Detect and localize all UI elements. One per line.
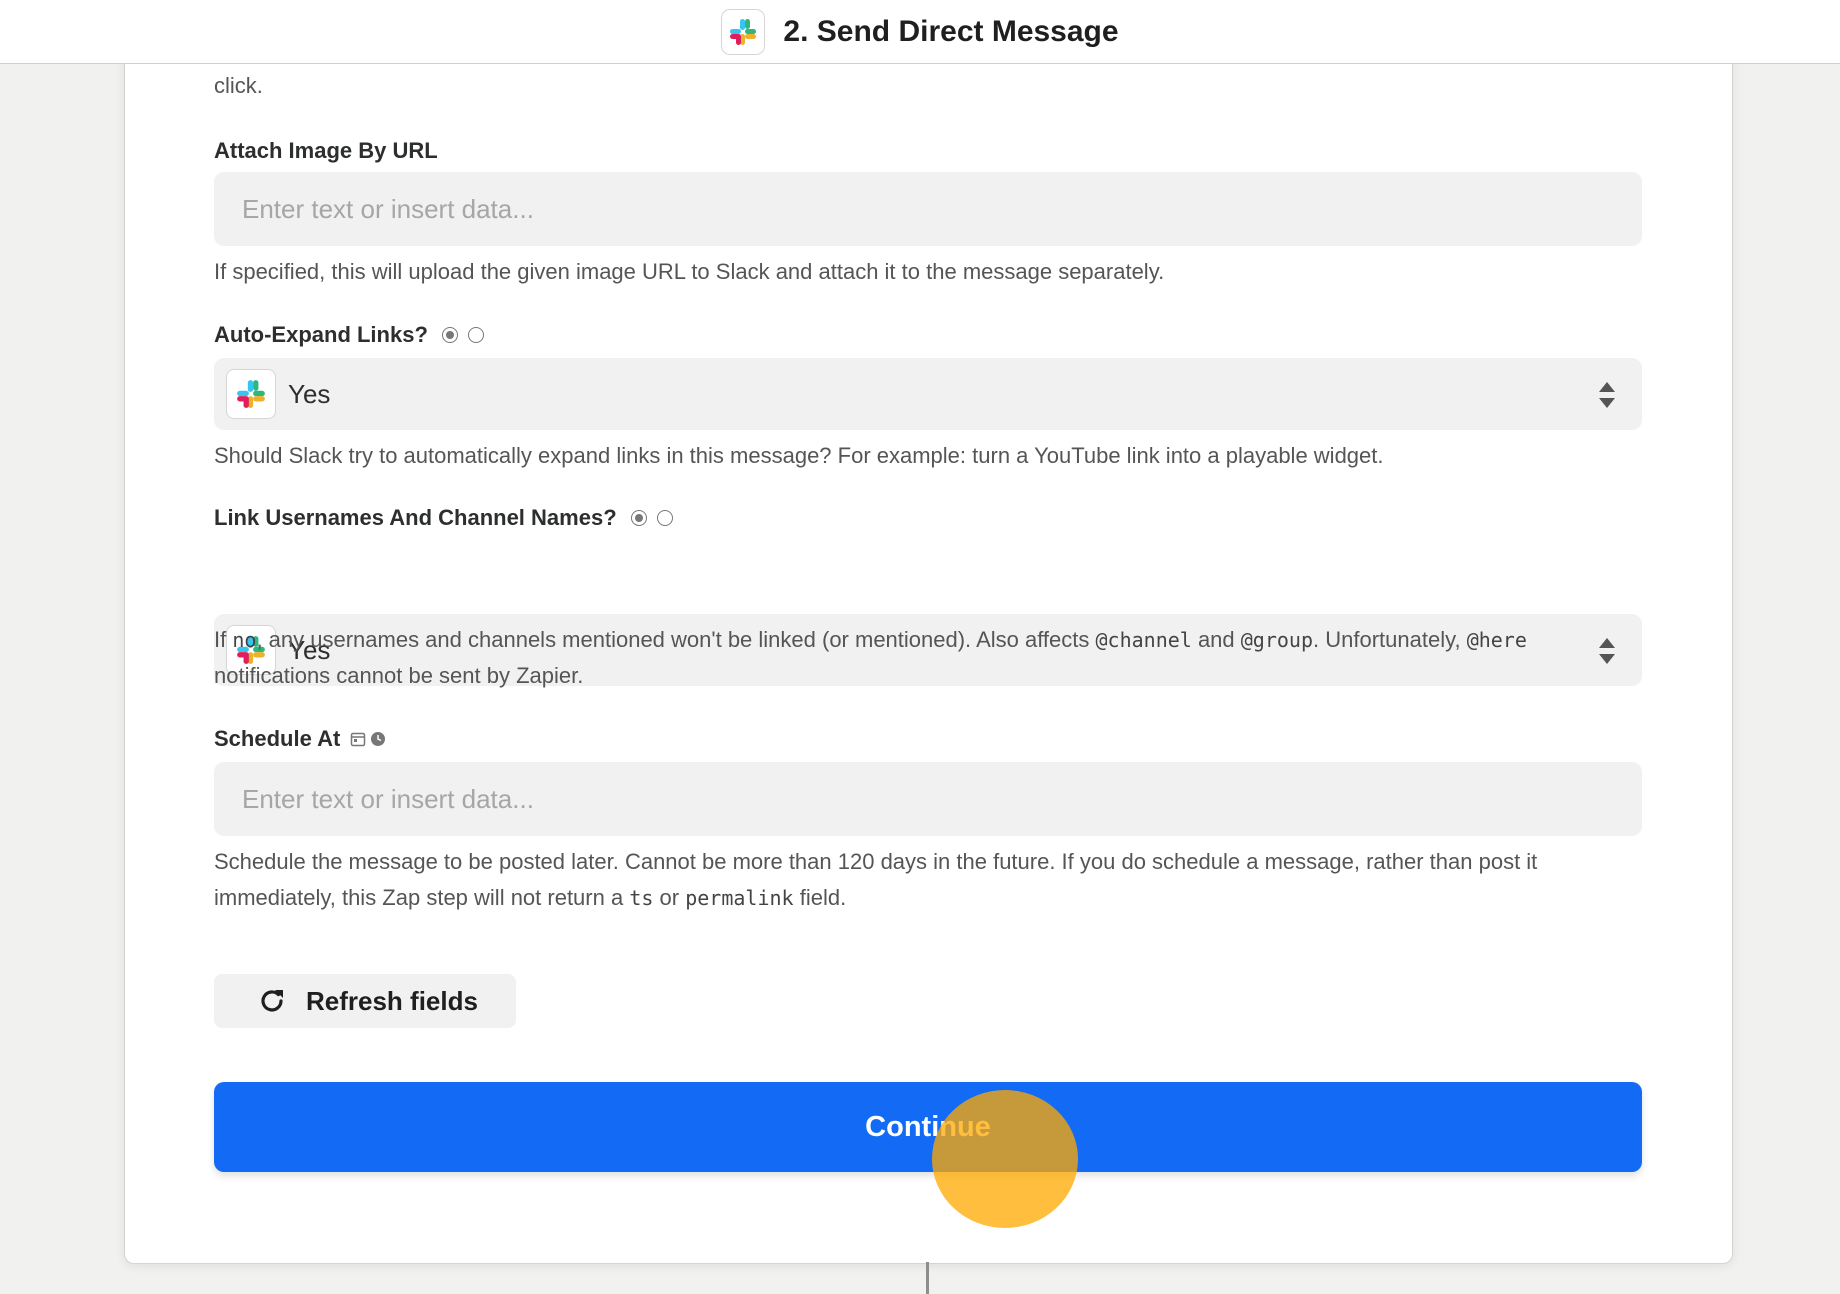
refresh-icon (261, 990, 283, 1012)
help-text: and (1191, 627, 1241, 652)
attach-image-placeholder: Enter text or insert data... (242, 193, 534, 224)
schedule-at-help: Schedule the message to be posted later.… (214, 844, 1642, 916)
attach-image-input[interactable]: Enter text or insert data... (214, 172, 1642, 246)
auto-expand-help: Should Slack try to automatically expand… (214, 443, 1384, 468)
step-header: 2. Send Direct Message (0, 0, 1840, 64)
auto-expand-select[interactable]: Yes (214, 358, 1642, 430)
help-text: . Unfortunately, (1313, 627, 1467, 652)
code-no: no (232, 628, 257, 652)
field-type-indicator (630, 510, 673, 526)
attach-image-help: If specified, this will upload the given… (214, 259, 1165, 284)
code-here: @here (1466, 628, 1527, 652)
refresh-fields-button[interactable]: Refresh fields (214, 974, 516, 1028)
help-text: Schedule the message to be posted later.… (214, 849, 1538, 910)
continue-button[interactable]: Continue (214, 1082, 1642, 1172)
field-type-indicator (350, 731, 386, 747)
refresh-fields-label: Refresh fields (306, 985, 478, 1016)
link-names-help: If no, any usernames and channels mentio… (214, 622, 1642, 694)
link-names-label: Link Usernames And Channel Names? (214, 505, 1642, 531)
code-permalink: permalink (685, 886, 794, 910)
help-text: If (214, 627, 233, 652)
schedule-at-label-text: Schedule At (214, 726, 341, 751)
schedule-at-label: Schedule At (214, 726, 1642, 752)
help-text: field. (793, 885, 847, 910)
schedule-at-input[interactable]: Enter text or insert data... (214, 762, 1642, 836)
auto-expand-label-text: Auto-Expand Links? (214, 322, 428, 347)
clock-icon (371, 732, 386, 746)
click-indicator (932, 1090, 1078, 1228)
help-text: notifications cannot be sent by Zapier. (214, 663, 584, 688)
help-text: or (653, 885, 686, 910)
attach-image-label-text: Attach Image By URL (214, 138, 438, 163)
help-text: , any usernames and channels mentioned w… (256, 627, 1096, 652)
step-title: 2. Send Direct Message (783, 14, 1119, 48)
code-ts: ts (629, 886, 654, 910)
select-arrows-icon (1599, 382, 1615, 408)
slack-icon-box (226, 369, 276, 419)
auto-expand-label: Auto-Expand Links? (214, 322, 1642, 348)
slack-icon (730, 18, 757, 45)
calendar-icon (351, 732, 366, 747)
radio-checked-icon (630, 510, 647, 526)
radio-checked-icon (441, 327, 458, 343)
code-group: @group (1240, 628, 1314, 652)
link-names-label-text: Link Usernames And Channel Names? (214, 505, 617, 530)
slack-icon (237, 380, 265, 408)
schedule-at-placeholder: Enter text or insert data... (242, 783, 534, 814)
app-badge (721, 8, 766, 55)
step-connector (926, 1262, 929, 1294)
auto-expand-value: Yes (288, 378, 331, 409)
attach-image-label: Attach Image By URL (214, 138, 1642, 164)
radio-unchecked-icon (467, 327, 484, 343)
field-type-indicator (441, 327, 484, 343)
code-channel: @channel (1095, 628, 1192, 652)
radio-unchecked-icon (656, 510, 673, 526)
previous-field-help: click. (214, 73, 263, 98)
